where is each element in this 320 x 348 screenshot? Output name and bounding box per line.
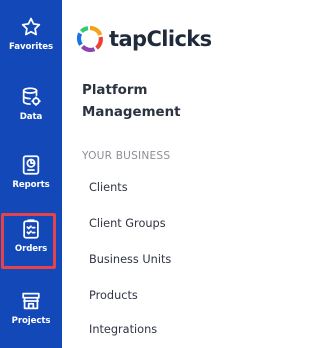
rail-item-label: Orders [14,244,48,254]
left-nav-rail: Favorites Data Reports Orders Projects [0,0,62,348]
rail-item-data[interactable]: Data [0,86,62,122]
menu-item-clients[interactable]: Clients [89,181,128,194]
report-icon [22,155,40,175]
rail-item-label: Data [19,112,43,122]
star-icon [21,17,41,36]
rail-item-label: Projects [11,316,51,326]
app-frame: Favorites Data Reports Orders Projects t… [0,0,242,348]
menu-item-client-groups[interactable]: Client Groups [89,217,166,230]
database-icon [22,87,41,106]
rail-item-orders[interactable]: Orders [0,218,62,254]
storefront-icon [22,292,40,310]
brand-name: tapClicks [109,27,212,51]
rail-item-favorites[interactable]: Favorites [0,16,62,52]
brand-logo: tapClicks [75,24,212,54]
section-subtitle: YOUR BUSINESS [82,150,171,162]
section-title: Platform Management [82,83,181,120]
rail-item-label: Reports [12,180,50,190]
rail-item-label: Favorites [8,42,53,52]
menu-item-business-units[interactable]: Business Units [89,253,171,266]
tapclicks-logo-icon [76,25,103,52]
clipboard-check-icon [23,219,39,239]
rail-item-reports[interactable]: Reports [0,154,62,190]
menu-item-integrations[interactable]: Integrations [89,323,157,336]
rail-item-projects[interactable]: Projects [0,290,62,326]
menu-item-products[interactable]: Products [89,289,138,302]
platform-management-panel: tapClicks Platform Management YOUR BUSIN… [62,0,242,348]
